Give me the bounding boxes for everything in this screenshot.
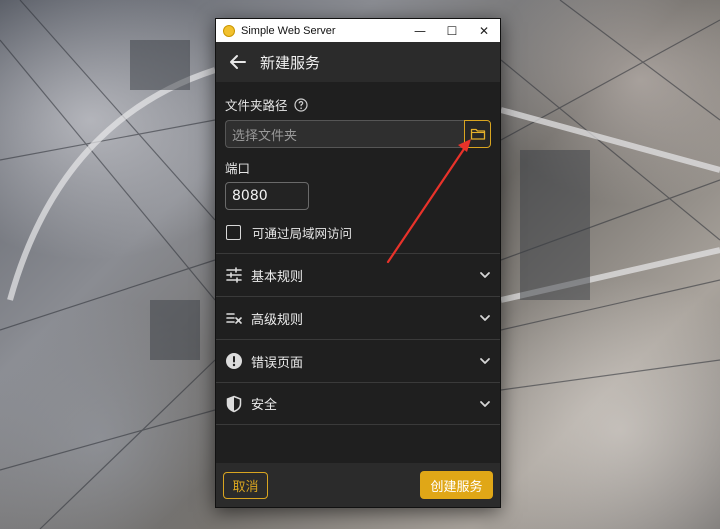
back-arrow-icon[interactable] <box>228 52 248 72</box>
section-label: 错误页面 <box>251 355 304 371</box>
minimize-button[interactable]: — <box>404 19 436 42</box>
section-advanced-rules[interactable]: 高级规则 <box>216 296 500 339</box>
lan-access-checkbox[interactable] <box>226 224 241 240</box>
chevron-down-icon <box>480 315 490 321</box>
page-header: 新建服务 <box>216 42 500 82</box>
folder-path-input[interactable]: 选择文件夹 <box>225 120 464 148</box>
lan-access-label: 可通过局域网访问 <box>252 225 353 241</box>
page-title: 新建服务 <box>260 53 321 72</box>
port-label: 端口 <box>225 161 251 176</box>
rules-icon <box>226 313 242 324</box>
window-title: Simple Web Server <box>241 24 336 37</box>
folder-path-row: 选择文件夹 <box>225 120 491 148</box>
folder-path-label-row: 文件夹路径 <box>225 95 491 114</box>
maximize-button[interactable]: ☐ <box>436 19 468 42</box>
section-error-pages[interactable]: 错误页面 <box>216 339 500 382</box>
sliders-icon <box>226 267 242 283</box>
shield-icon <box>226 395 242 412</box>
app-window: Simple Web Server — ☐ ✕ 新建服务 文件夹路径 选择文件夹 <box>215 18 501 508</box>
section-label: 安全 <box>251 398 278 413</box>
cancel-button[interactable]: 取消 <box>223 471 268 499</box>
lan-access-row[interactable]: 可通过局域网访问 <box>225 223 491 241</box>
folder-icon <box>470 128 485 140</box>
port-input[interactable]: 8080 <box>225 182 309 210</box>
browse-folder-button[interactable] <box>464 120 491 148</box>
create-service-button[interactable]: 创建服务 <box>420 471 493 499</box>
folder-path-label: 文件夹路径 <box>225 98 288 113</box>
collapsible-sections: 基本规则 高级规则 错误页面 安全 <box>216 253 500 425</box>
app-logo-icon <box>223 24 235 37</box>
section-basic-rules[interactable]: 基本规则 <box>216 253 500 296</box>
chevron-down-icon <box>480 400 490 407</box>
section-security[interactable]: 安全 <box>216 382 500 425</box>
close-button[interactable]: ✕ <box>468 19 500 42</box>
chevron-down-icon <box>480 272 490 278</box>
title-bar: Simple Web Server — ☐ ✕ <box>216 19 500 42</box>
chevron-down-icon <box>480 358 490 364</box>
section-label: 高级规则 <box>251 312 304 328</box>
section-label: 基本规则 <box>251 269 304 285</box>
footer-bar: 取消 创建服务 <box>216 463 500 507</box>
alert-icon <box>226 353 242 369</box>
form: 文件夹路径 选择文件夹 端口 8080 可通过局域网访问 <box>216 95 500 241</box>
help-icon[interactable] <box>293 97 308 112</box>
